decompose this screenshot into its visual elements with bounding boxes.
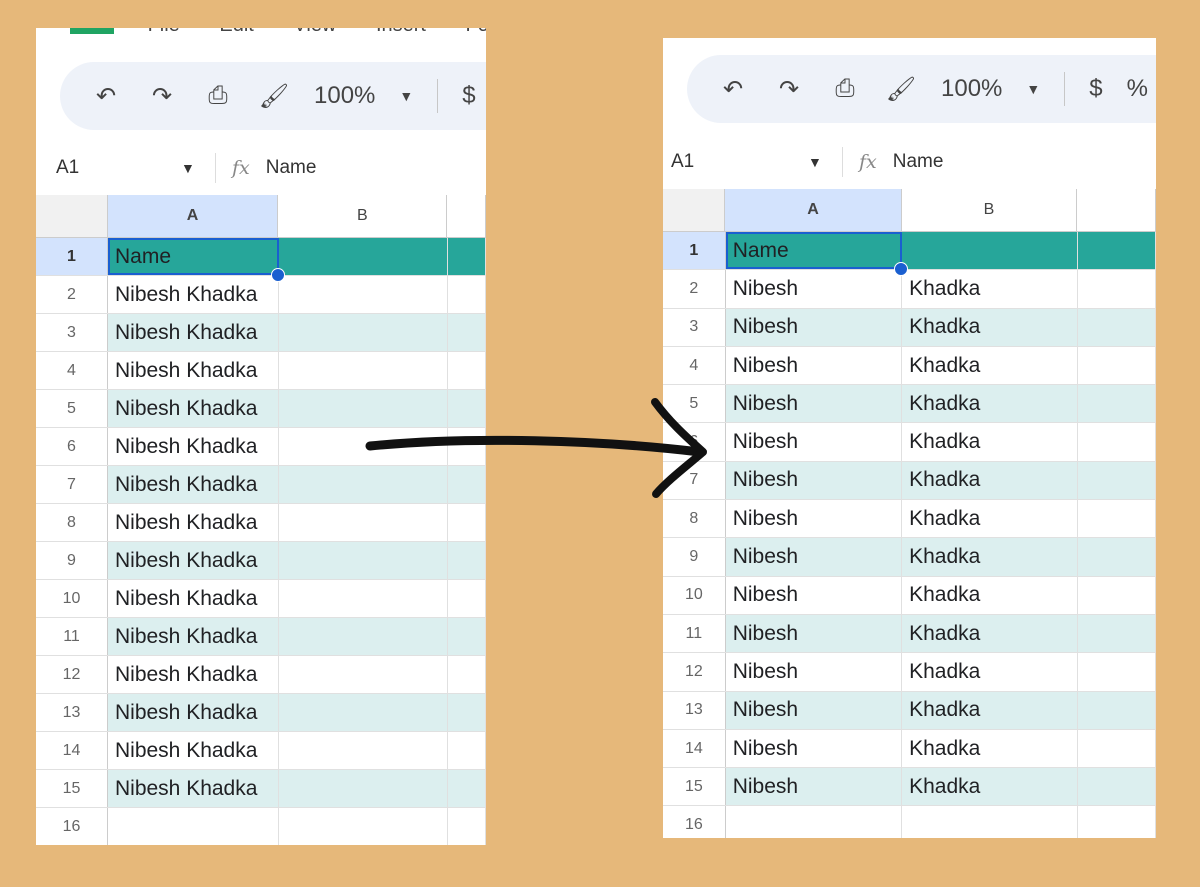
fill-handle[interactable] (270, 268, 285, 282)
arrow-icon (365, 398, 707, 498)
